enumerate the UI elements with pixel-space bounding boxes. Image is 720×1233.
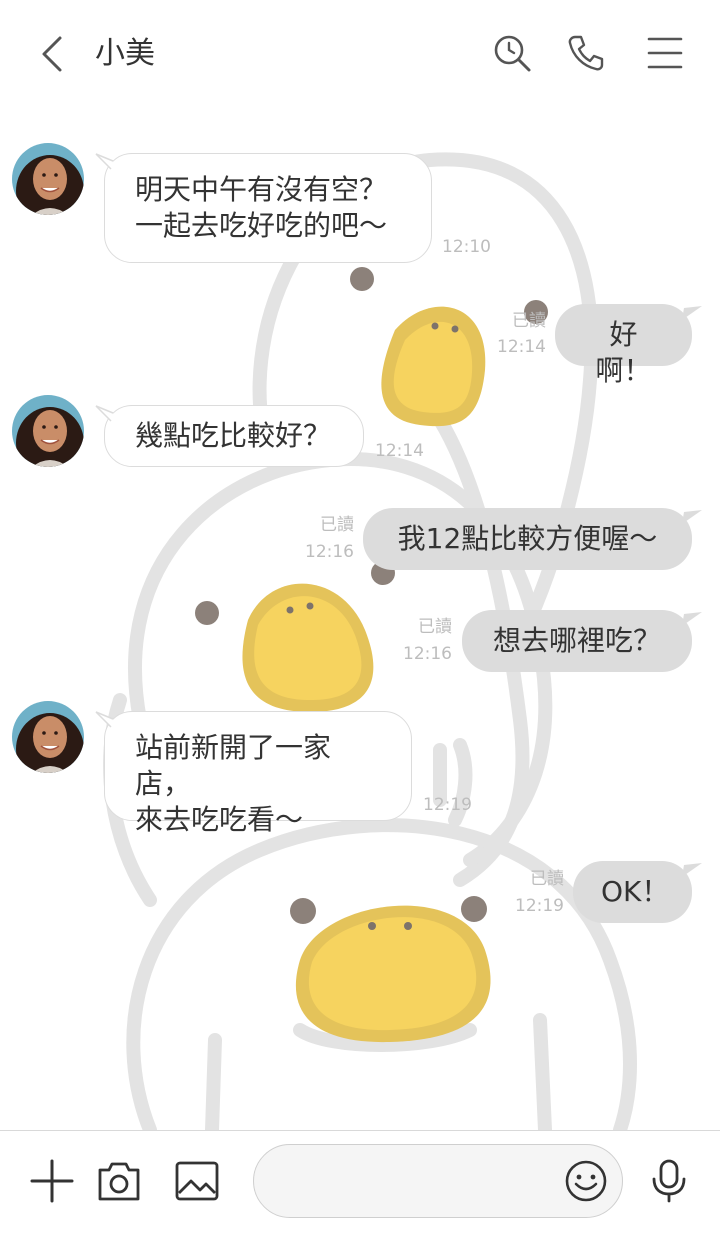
profile-photo: [12, 701, 84, 773]
bubble-tail: [95, 711, 114, 728]
message-time: 12:14: [497, 337, 546, 357]
read-receipt: 已讀: [320, 515, 354, 535]
message-time: 12:16: [403, 644, 452, 664]
plus-icon[interactable]: [28, 1157, 76, 1205]
read-receipt: 已讀: [512, 311, 546, 331]
message-time: 12:19: [515, 896, 564, 916]
read-receipt: 已讀: [418, 617, 452, 637]
avatar[interactable]: [12, 395, 84, 467]
avatar[interactable]: [12, 701, 84, 773]
message-bubble-incoming[interactable]: 幾點吃比較好？: [104, 405, 364, 467]
chevron-left-icon[interactable]: [36, 34, 72, 74]
bubble-tail: [95, 153, 114, 170]
bubble-tail: [682, 612, 702, 626]
image-icon[interactable]: [173, 1157, 221, 1205]
message-input[interactable]: [253, 1144, 623, 1218]
menu-icon[interactable]: [645, 33, 685, 73]
message-bubble-outgoing[interactable]: 想去哪裡吃？: [462, 610, 692, 672]
chat-header: 小美: [0, 0, 720, 108]
profile-photo: [12, 395, 84, 467]
message-bubble-outgoing[interactable]: 好啊！: [555, 304, 692, 387]
search-icon[interactable]: [492, 33, 532, 73]
smiley-icon[interactable]: [564, 1159, 608, 1203]
bubble-tail: [95, 405, 114, 422]
message-time: 12:10: [442, 237, 491, 257]
message-bubble-outgoing[interactable]: OK！: [573, 861, 692, 923]
profile-photo: [12, 143, 84, 215]
bubble-tail: [682, 510, 702, 524]
microphone-icon[interactable]: [645, 1157, 693, 1205]
bubble-tail: [682, 863, 702, 877]
message-bubble-outgoing[interactable]: 我12點比較方便喔～: [363, 508, 692, 570]
message-bubble-incoming[interactable]: 明天中午有沒有空？ 一起去吃好吃的吧～: [104, 153, 432, 263]
chat-title: 小美: [95, 36, 155, 71]
message-input-bar: [0, 1130, 720, 1233]
avatar[interactable]: [12, 143, 84, 215]
camera-icon[interactable]: [95, 1157, 143, 1205]
message-time: 12:16: [305, 542, 354, 562]
read-receipt: 已讀: [530, 869, 564, 889]
phone-icon[interactable]: [566, 33, 606, 73]
bubble-tail: [682, 306, 702, 320]
message-time: 12:14: [375, 441, 424, 461]
message-time: 12:19: [423, 795, 472, 815]
message-bubble-incoming[interactable]: 站前新開了一家店， 來去吃吃看～: [104, 711, 412, 836]
